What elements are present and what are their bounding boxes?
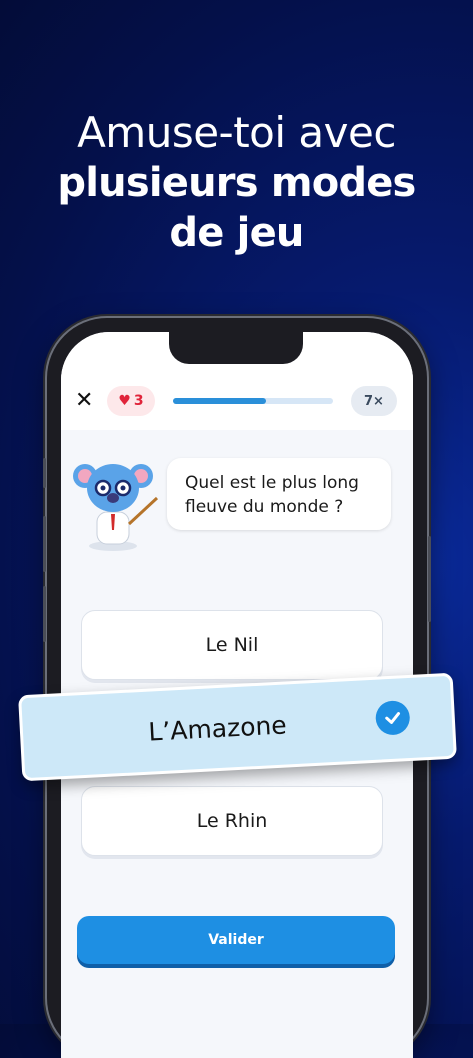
phone-volume-down <box>43 586 46 642</box>
phone-power-button <box>428 536 431 622</box>
headline: Amuse-toi avec plusieurs modes de jeu <box>0 108 473 258</box>
close-icon[interactable]: ✕ <box>75 390 93 412</box>
heart-icon: ♥ <box>118 393 131 409</box>
koala-mascot-icon <box>73 464 159 551</box>
phone-notch <box>169 332 303 364</box>
lives-badge: ♥ 3 <box>107 386 155 416</box>
answer-option-3[interactable]: Le Rhin <box>81 786 383 856</box>
answer-option-1[interactable]: Le Nil <box>81 610 383 680</box>
question-bubble: Quel est le plus long fleuve du monde ? <box>167 458 391 530</box>
multiplier-badge: 7× <box>351 386 397 416</box>
headline-line-2: plusieurs modes <box>57 160 416 206</box>
phone-volume-up <box>43 516 46 572</box>
selected-answer-label: L’Amazone <box>147 709 288 747</box>
phone-mute-switch <box>43 458 46 488</box>
lives-count: 3 <box>133 393 144 409</box>
validate-button[interactable]: Valider <box>77 916 395 964</box>
headline-line-3: de jeu <box>169 210 304 256</box>
progress-bar <box>173 398 333 404</box>
progress-fill <box>173 398 266 404</box>
headline-line-1: Amuse-toi avec <box>77 108 396 157</box>
